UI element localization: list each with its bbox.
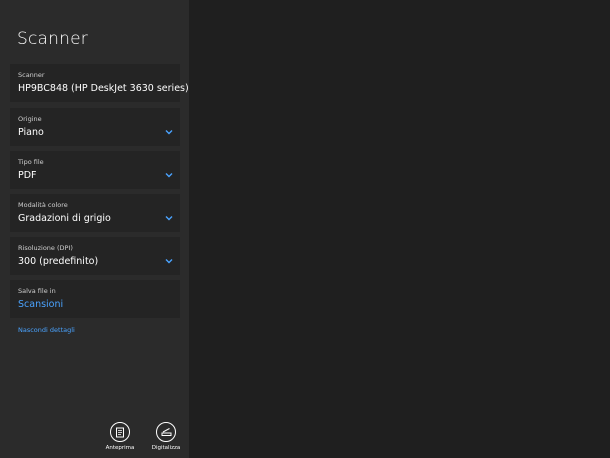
scanner-field[interactable]: Scanner HP9BC848 (HP DeskJet 3630 series… xyxy=(10,64,189,102)
preview-button[interactable]: Anteprima xyxy=(100,422,140,451)
resolution-dropdown[interactable]: Risoluzione (DPI) 300 (predefinito) xyxy=(10,237,180,275)
hide-details-link[interactable]: Nascondi dettagli xyxy=(18,326,75,334)
source-label: Origine xyxy=(18,115,42,123)
scan-button[interactable]: Digitalizza xyxy=(146,422,186,451)
preview-area xyxy=(189,0,610,458)
color-mode-dropdown[interactable]: Modalità colore Gradazioni di grigio xyxy=(10,194,180,232)
resolution-value: 300 (predefinito) xyxy=(18,256,99,267)
source-value: Piano xyxy=(18,127,44,138)
save-location-link[interactable]: Scansioni xyxy=(18,299,63,310)
preview-label: Anteprima xyxy=(105,445,135,451)
chevron-down-icon xyxy=(165,259,173,264)
file-type-dropdown[interactable]: Tipo file PDF xyxy=(10,151,180,189)
save-location-label: Salva file in xyxy=(18,287,56,295)
save-location-field: Salva file in Scansioni xyxy=(10,280,180,318)
preview-icon xyxy=(110,422,130,442)
settings-sidebar: Scanner Scanner HP9BC848 (HP DeskJet 363… xyxy=(0,0,189,458)
chevron-down-icon xyxy=(165,216,173,221)
file-type-label: Tipo file xyxy=(18,158,44,166)
app-title: Scanner xyxy=(17,29,88,49)
chevron-down-icon xyxy=(165,130,173,135)
scan-label: Digitalizza xyxy=(151,445,181,451)
file-type-value: PDF xyxy=(18,170,37,181)
color-mode-label: Modalità colore xyxy=(18,201,68,209)
source-dropdown[interactable]: Origine Piano xyxy=(10,108,180,146)
resolution-label: Risoluzione (DPI) xyxy=(18,244,73,252)
scan-icon xyxy=(156,422,176,442)
color-mode-value: Gradazioni di grigio xyxy=(18,213,111,224)
scanner-label: Scanner xyxy=(18,71,45,79)
scanner-value: HP9BC848 (HP DeskJet 3630 series) xyxy=(18,83,189,94)
chevron-down-icon xyxy=(165,173,173,178)
